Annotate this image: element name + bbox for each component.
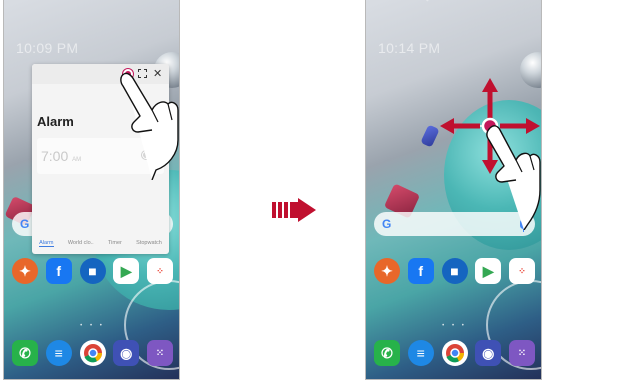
- vpn-shield-icon[interactable]: ✦: [12, 258, 38, 284]
- status-clock: 10:09 PM: [16, 40, 79, 56]
- illustration: 10:09 PM G ✦ f ■ ▶ ⁘ • • • ✆ ≡ ◉ ⁙ ✕ Ala…: [0, 0, 617, 380]
- phone-icon[interactable]: ✆: [12, 340, 38, 366]
- wallpaper-shape: [420, 124, 440, 148]
- tab-world-clock[interactable]: World clo..: [68, 240, 94, 247]
- page-indicator: • • •: [442, 323, 467, 329]
- video-camera-icon[interactable]: ■: [441, 258, 468, 284]
- alarm-time-value: 7:00: [41, 148, 69, 164]
- tab-stopwatch[interactable]: Stopwatch: [136, 240, 162, 247]
- left-phone-screen: 10:09 PM G ✦ f ■ ▶ ⁘ • • • ✆ ≡ ◉ ⁙ ✕ Ala…: [3, 0, 180, 380]
- alarm-ampm: AM: [72, 157, 82, 163]
- play-store-icon[interactable]: ▶: [475, 258, 502, 284]
- dock: ✆ ≡ ◉ ⁙: [374, 340, 535, 366]
- google-icon: G: [20, 217, 30, 231]
- google-icon: G: [382, 217, 392, 231]
- facebook-icon[interactable]: f: [45, 258, 72, 284]
- all-apps-icon[interactable]: ⁙: [147, 340, 173, 366]
- video-camera-icon[interactable]: ■: [79, 258, 106, 284]
- page-indicator: • • •: [80, 323, 105, 329]
- home-apps-row: ✦ f ■ ▶ ⁘: [374, 258, 535, 284]
- vpn-shield-icon[interactable]: ✦: [374, 258, 400, 284]
- chrome-icon[interactable]: [441, 340, 468, 366]
- app-folder-icon[interactable]: ⁘: [147, 258, 173, 284]
- transition-arrow-icon: [272, 198, 316, 222]
- chrome-icon[interactable]: [79, 340, 106, 366]
- messages-icon[interactable]: ≡: [407, 340, 434, 366]
- tab-alarm[interactable]: Alarm: [39, 240, 54, 247]
- all-apps-icon[interactable]: ⁙: [509, 340, 535, 366]
- status-clock: 10:14 PM: [378, 40, 441, 56]
- hand-pointer-icon: [120, 72, 179, 180]
- app-folder-icon[interactable]: ⁘: [509, 258, 535, 284]
- chrome-logo: [445, 344, 464, 363]
- hand-pointer-icon: [486, 125, 541, 230]
- camera-icon[interactable]: ◉: [113, 340, 140, 366]
- tab-timer[interactable]: Timer: [108, 240, 122, 247]
- right-phone-screen: 10:14 PM G ✦ f ■ ▶ ⁘ • • • ✆ ≡ ◉ ⁙: [365, 0, 542, 380]
- camera-icon[interactable]: ◉: [475, 340, 502, 366]
- home-apps-row: ✦ f ■ ▶ ⁘: [12, 258, 173, 284]
- play-store-icon[interactable]: ▶: [113, 258, 140, 284]
- dock: ✆ ≡ ◉ ⁙: [12, 340, 173, 366]
- alarm-time: 7:00 AM: [41, 148, 81, 164]
- alarm-title: Alarm: [37, 114, 74, 129]
- messages-icon[interactable]: ≡: [45, 340, 72, 366]
- clock-tabs: Alarm World clo.. Timer Stopwatch: [32, 240, 169, 247]
- phone-icon[interactable]: ✆: [374, 340, 400, 366]
- chrome-logo: [83, 344, 102, 363]
- facebook-icon[interactable]: f: [407, 258, 434, 284]
